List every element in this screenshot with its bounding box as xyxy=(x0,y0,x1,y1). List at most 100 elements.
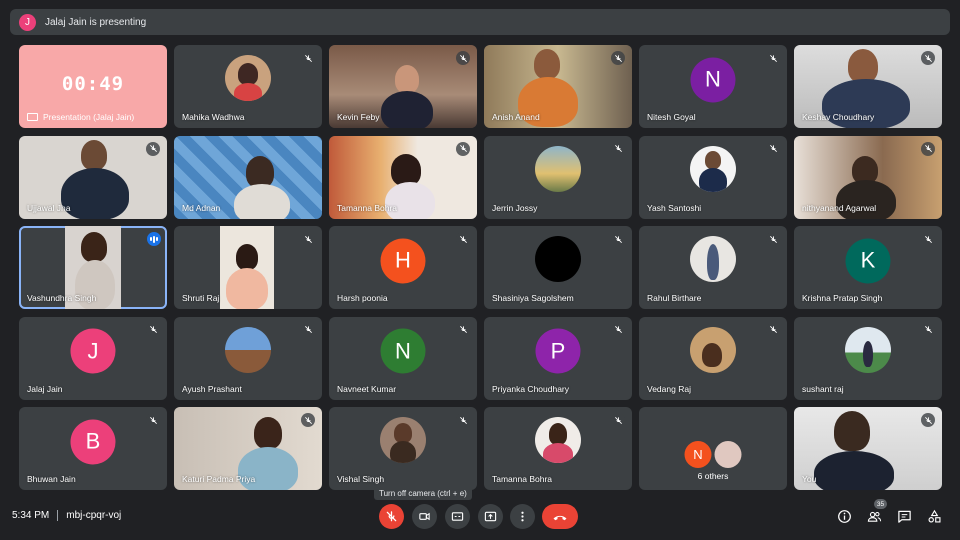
muted-mic-icon xyxy=(766,232,780,246)
presentation-label: Presentation (Jalaj Jain) xyxy=(43,112,135,122)
participant-name: Kevin Feby xyxy=(337,112,380,122)
camera-toggle-button[interactable] xyxy=(412,504,437,529)
current-time: 5:34 PM xyxy=(12,510,50,521)
people-button[interactable] xyxy=(866,508,882,524)
presentation-tile[interactable]: 00:49 Presentation (Jalaj Jain) xyxy=(19,45,167,128)
meeting-info: 5:34 PM mbj-cpqr-voj xyxy=(12,510,121,521)
participant-tile[interactable]: Keshav Choudhary xyxy=(794,45,942,128)
avatar xyxy=(380,417,426,464)
participant-name: Vashundhra Singh xyxy=(27,293,97,303)
participant-tile[interactable]: B Bhuwan Jain xyxy=(19,407,167,490)
muted-mic-icon xyxy=(766,141,780,156)
others-count-label: 6 others xyxy=(697,471,729,481)
presentation-timer: 00:49 xyxy=(61,73,125,95)
avatar xyxy=(714,441,742,468)
present-now-button[interactable] xyxy=(478,504,503,529)
captions-icon xyxy=(451,512,464,521)
mic-off-icon xyxy=(386,511,397,522)
muted-mic-icon xyxy=(611,322,625,337)
presenting-text: Jalaj Jain is presenting xyxy=(45,16,147,28)
participant-name: Md Adnan xyxy=(182,202,221,213)
muted-mic-icon xyxy=(921,141,935,156)
divider xyxy=(57,510,59,521)
participant-tile[interactable]: P Priyanka Choudhary xyxy=(484,316,632,400)
participant-name: Ujjawal Jha xyxy=(27,202,71,213)
participant-tile-speaking[interactable]: Vashundhra Singh xyxy=(19,226,167,309)
participant-name: Harsh poonia xyxy=(337,293,388,303)
muted-mic-icon xyxy=(921,322,935,337)
leave-call-button[interactable] xyxy=(542,504,578,529)
participant-name: sushant raj xyxy=(802,383,844,394)
participant-tile[interactable]: Vishal Singh xyxy=(329,407,477,490)
avatar xyxy=(690,236,736,283)
participant-tile[interactable]: N Navneet Kumar xyxy=(329,316,477,400)
muted-mic-icon xyxy=(921,232,935,246)
hang-up-icon xyxy=(553,515,567,520)
more-options-button[interactable] xyxy=(510,504,535,529)
avatar-letter: P xyxy=(535,328,581,374)
participant-tile[interactable]: Katuri Padma Priya xyxy=(174,407,322,490)
avatar xyxy=(690,145,736,192)
others-tile[interactable]: N 6 others xyxy=(639,407,787,490)
participant-tile[interactable]: Ayush Prashant xyxy=(174,316,322,400)
muted-mic-icon xyxy=(611,232,625,246)
people-icon xyxy=(867,511,881,522)
participant-name: Yash Santoshi xyxy=(647,202,702,213)
participant-tile[interactable]: sushant raj xyxy=(794,316,942,400)
muted-mic-icon xyxy=(456,413,470,427)
participant-name: Shasiniya Sagolshem xyxy=(492,293,574,303)
participant-tile[interactable]: Rahul Birthare xyxy=(639,226,787,309)
participant-tile[interactable]: Yash Santoshi xyxy=(639,135,787,219)
participant-tile[interactable]: H Harsh poonia xyxy=(329,226,477,309)
presentation-label-wrap: Presentation (Jalaj Jain) xyxy=(27,112,134,122)
participant-name: Rahul Birthare xyxy=(647,293,702,303)
participant-name: Krishna Pratap Singh xyxy=(802,293,883,303)
participant-tile[interactable]: Tamanna Bohra xyxy=(484,407,632,490)
participant-tile[interactable]: Shasiniya Sagolshem xyxy=(484,226,632,309)
participant-tile[interactable]: Ujjawal Jha xyxy=(19,135,167,219)
others-avatars: N xyxy=(684,441,742,468)
participant-tile[interactable]: Shruti Raj xyxy=(174,226,322,309)
participant-tile[interactable]: Kevin Feby xyxy=(329,45,477,128)
captions-button[interactable] xyxy=(445,504,470,529)
participant-tile[interactable]: nithyanand Agarwal xyxy=(794,135,942,219)
participant-name: Anish Anand xyxy=(492,112,540,122)
chat-button[interactable] xyxy=(896,508,912,524)
participant-name: Jerrin Jossy xyxy=(492,202,538,213)
participant-tile[interactable]: Anish Anand xyxy=(484,45,632,128)
participant-tile[interactable]: Jerrin Jossy xyxy=(484,135,632,219)
participant-tile[interactable]: N Nitesh Goyal xyxy=(639,45,787,128)
muted-mic-icon xyxy=(301,322,315,337)
muted-mic-icon xyxy=(456,51,470,65)
meeting-details-button[interactable] xyxy=(836,508,852,524)
avatar-letter: J xyxy=(70,328,116,374)
avatar-letter: H xyxy=(380,238,426,284)
self-tile[interactable]: You xyxy=(794,407,942,490)
camera-icon xyxy=(419,512,430,521)
participant-tile[interactable]: K Krishna Pratap Singh xyxy=(794,226,942,309)
muted-mic-icon xyxy=(301,51,315,65)
muted-mic-icon xyxy=(611,141,625,156)
muted-mic-icon xyxy=(766,322,780,337)
participant-grid: 00:49 Presentation (Jalaj Jain) Mahika W… xyxy=(19,45,942,490)
speaking-indicator-icon xyxy=(147,232,161,246)
muted-mic-icon xyxy=(921,413,935,427)
participant-name: Katuri Padma Priya xyxy=(182,474,256,484)
participant-name: Tamanna Bohra xyxy=(492,474,553,484)
meeting-code[interactable]: mbj-cpqr-voj xyxy=(66,510,121,521)
activities-button[interactable] xyxy=(926,508,942,524)
participant-tile[interactable]: Vedang Raj xyxy=(639,316,787,400)
present-screen-icon xyxy=(27,113,38,121)
participant-tile[interactable]: J Jalaj Jain xyxy=(19,316,167,400)
participant-name: Jalaj Jain xyxy=(27,383,63,394)
muted-mic-icon xyxy=(146,413,160,427)
participant-tile[interactable]: Mahika Wadhwa xyxy=(174,45,322,128)
participant-tile[interactable]: Tamanna Bohra xyxy=(329,135,477,219)
avatar xyxy=(535,236,581,283)
chat-icon xyxy=(897,510,911,523)
control-bar: 5:34 PM mbj-cpqr-voj Turn off camera (ct… xyxy=(0,487,960,540)
microphone-toggle-button[interactable] xyxy=(379,504,404,529)
participant-name: Tamanna Bohra xyxy=(337,202,398,213)
participant-tile[interactable]: Md Adnan xyxy=(174,135,322,219)
participant-name: Vishal Singh xyxy=(337,474,385,484)
